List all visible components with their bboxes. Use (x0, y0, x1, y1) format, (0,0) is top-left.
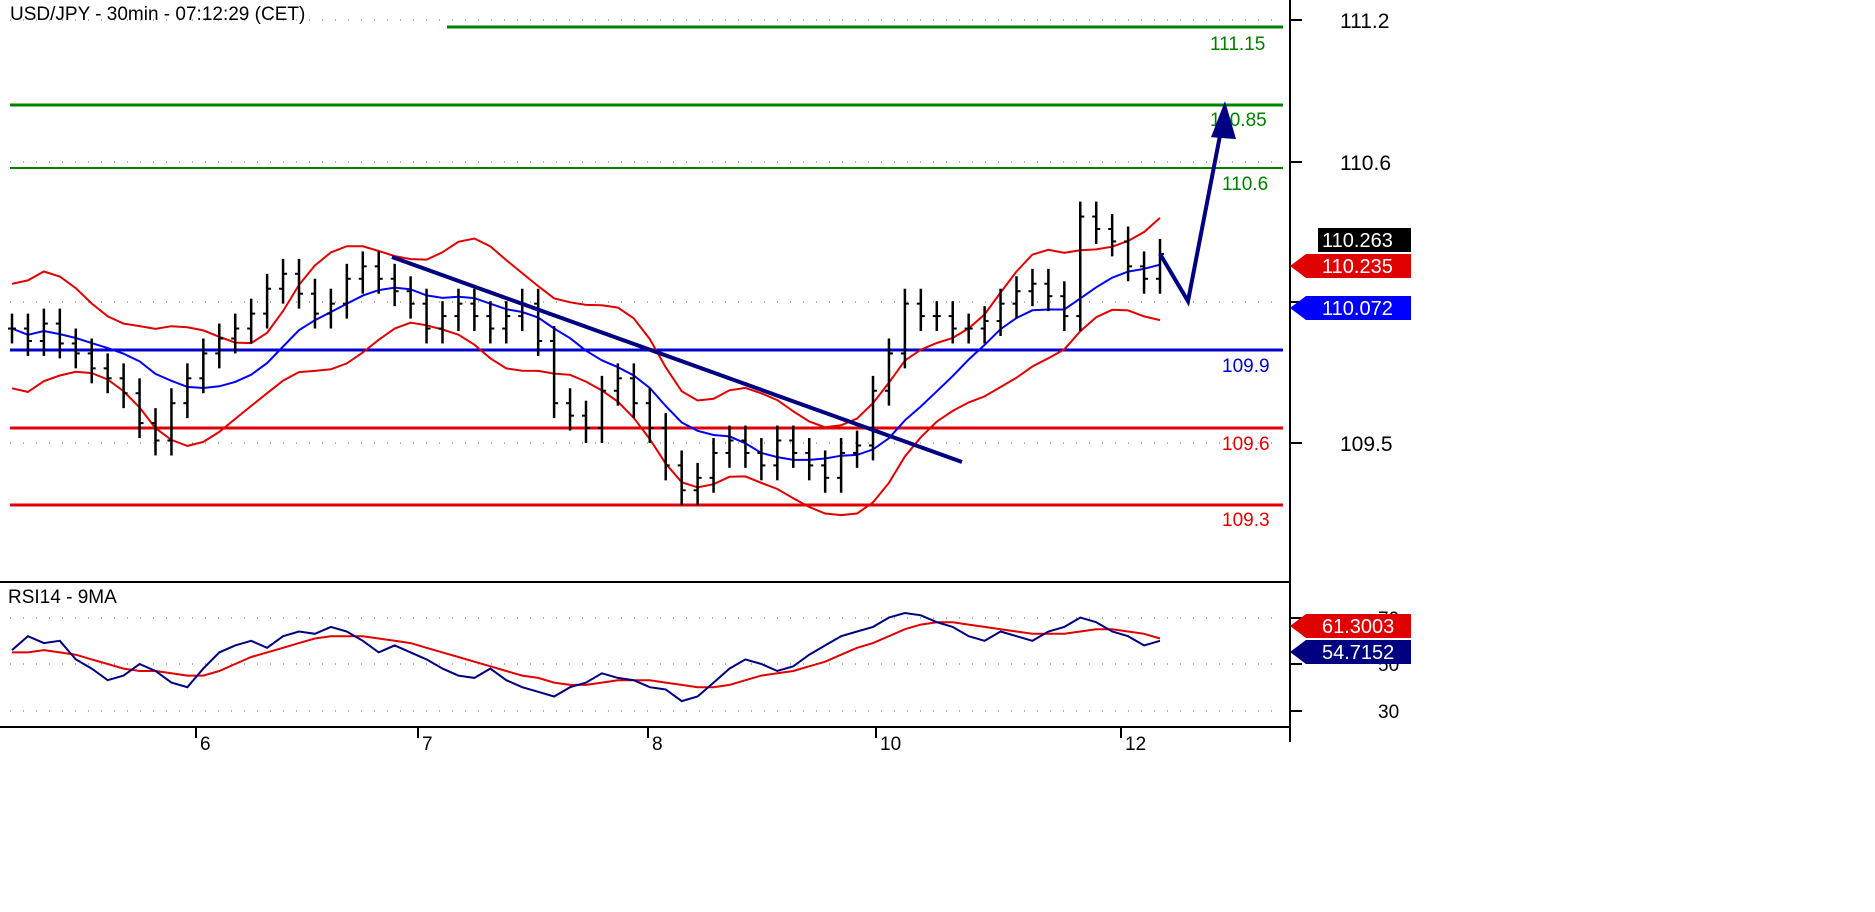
level-label: 109.6 (1222, 434, 1270, 455)
time-tick-label: 6 (200, 734, 211, 755)
forex-chart: USD/JPY - 30min - 07:12:29 (CET) 111.2 1… (0, 0, 1875, 912)
level-label: 109.3 (1222, 510, 1270, 531)
level-label: 111.15 (1210, 34, 1265, 55)
rsi-title: RSI14 - 9MA (8, 587, 117, 608)
price-tick-label: 109.5 (1340, 433, 1393, 456)
time-tick-label: 10 (880, 734, 901, 755)
rsi-tag-label: 61.3003 (1322, 616, 1394, 638)
chart-title: USD/JPY - 30min - 07:12:29 (CET) (10, 4, 305, 25)
price-tag-label: 110.072 (1322, 298, 1393, 320)
level-label: 109.9 (1222, 356, 1270, 377)
time-tick-label: 7 (422, 734, 433, 755)
chart-background (0, 0, 1875, 912)
price-tick-label: 110.6 (1340, 152, 1391, 175)
price-tag-label: 110.235 (1322, 256, 1393, 278)
rsi-tag-label: 54.7152 (1322, 642, 1394, 664)
price-tag-label: 110.263 (1322, 230, 1393, 252)
time-tick-label: 12 (1125, 734, 1146, 755)
time-tick-label: 8 (652, 734, 663, 755)
rsi-tick-label: 30 (1378, 702, 1399, 723)
price-tick-label: 111.2 (1340, 10, 1389, 33)
level-label: 110.6 (1222, 174, 1268, 195)
